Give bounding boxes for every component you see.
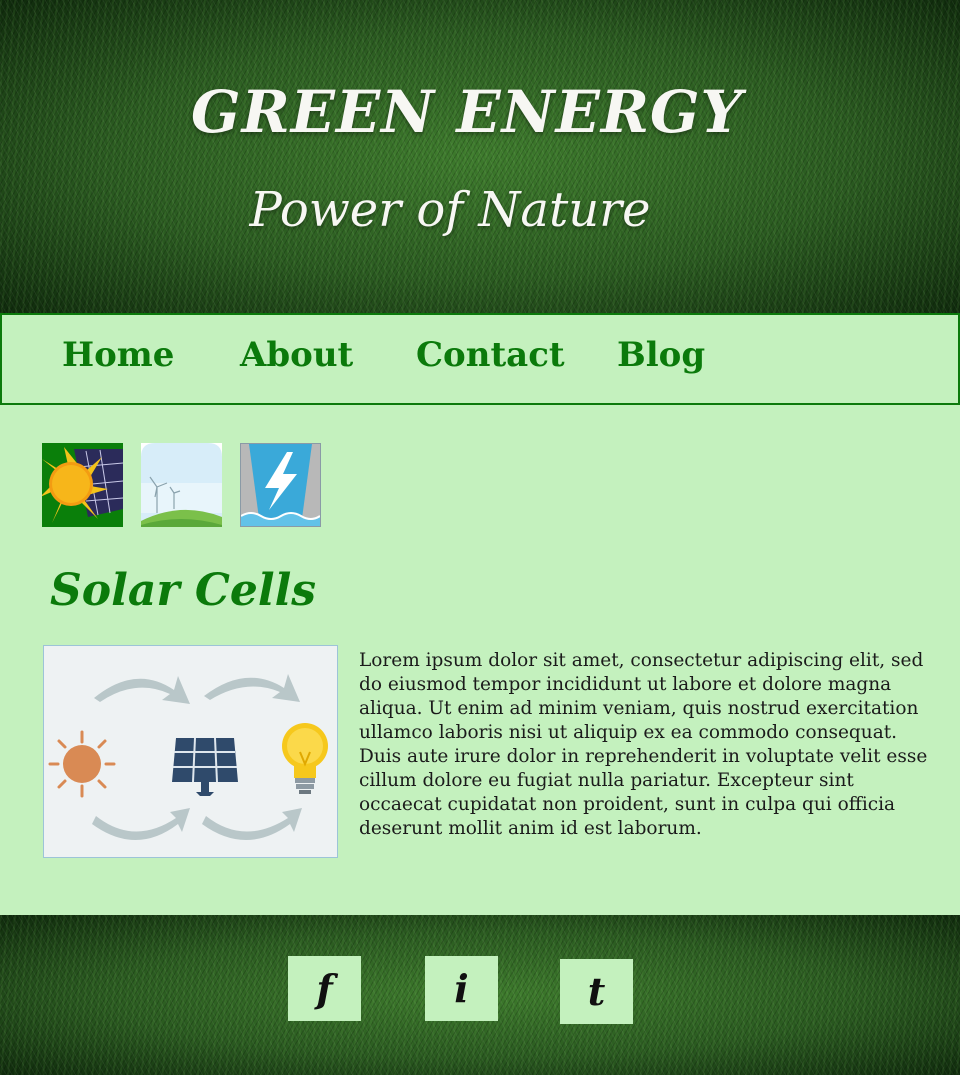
hydro-power-icon [241, 444, 320, 526]
twitter-button[interactable]: t [560, 959, 633, 1024]
sun-to-panel-to-bulb-icon [48, 674, 328, 840]
solar-diagram-image [43, 645, 338, 858]
main-navigation: Home About Contact Blog [0, 313, 960, 405]
instagram-button[interactable]: i [425, 956, 498, 1021]
nav-home-link[interactable]: Home [62, 335, 174, 375]
thumbnail-solar[interactable] [42, 443, 123, 527]
thumbnail-hydro[interactable] [240, 443, 321, 527]
twitter-icon: t [587, 969, 606, 1014]
site-subtitle: Power of Nature [249, 182, 651, 238]
article-body: Lorem ipsum dolor sit amet, consectetur … [359, 650, 928, 839]
nav-contact-link[interactable]: Contact [416, 335, 565, 375]
main-content: Solar Cells Lorem ipsum dolor sit amet, … [0, 405, 960, 915]
hero-banner: GREEN ENERGY Power of Nature [0, 0, 960, 313]
section-title: Solar Cells [50, 565, 317, 616]
solar-panel-sun-icon [42, 443, 123, 527]
thumbnail-wind[interactable] [141, 443, 222, 527]
site-title: GREEN ENERGY [191, 78, 743, 146]
facebook-icon: f [316, 966, 333, 1011]
footer: f i t [0, 915, 960, 1075]
nav-blog-link[interactable]: Blog [617, 335, 705, 375]
wind-turbine-icon [141, 443, 222, 527]
instagram-icon: i [454, 966, 469, 1011]
nav-about-link[interactable]: About [240, 335, 353, 375]
facebook-button[interactable]: f [288, 956, 361, 1021]
